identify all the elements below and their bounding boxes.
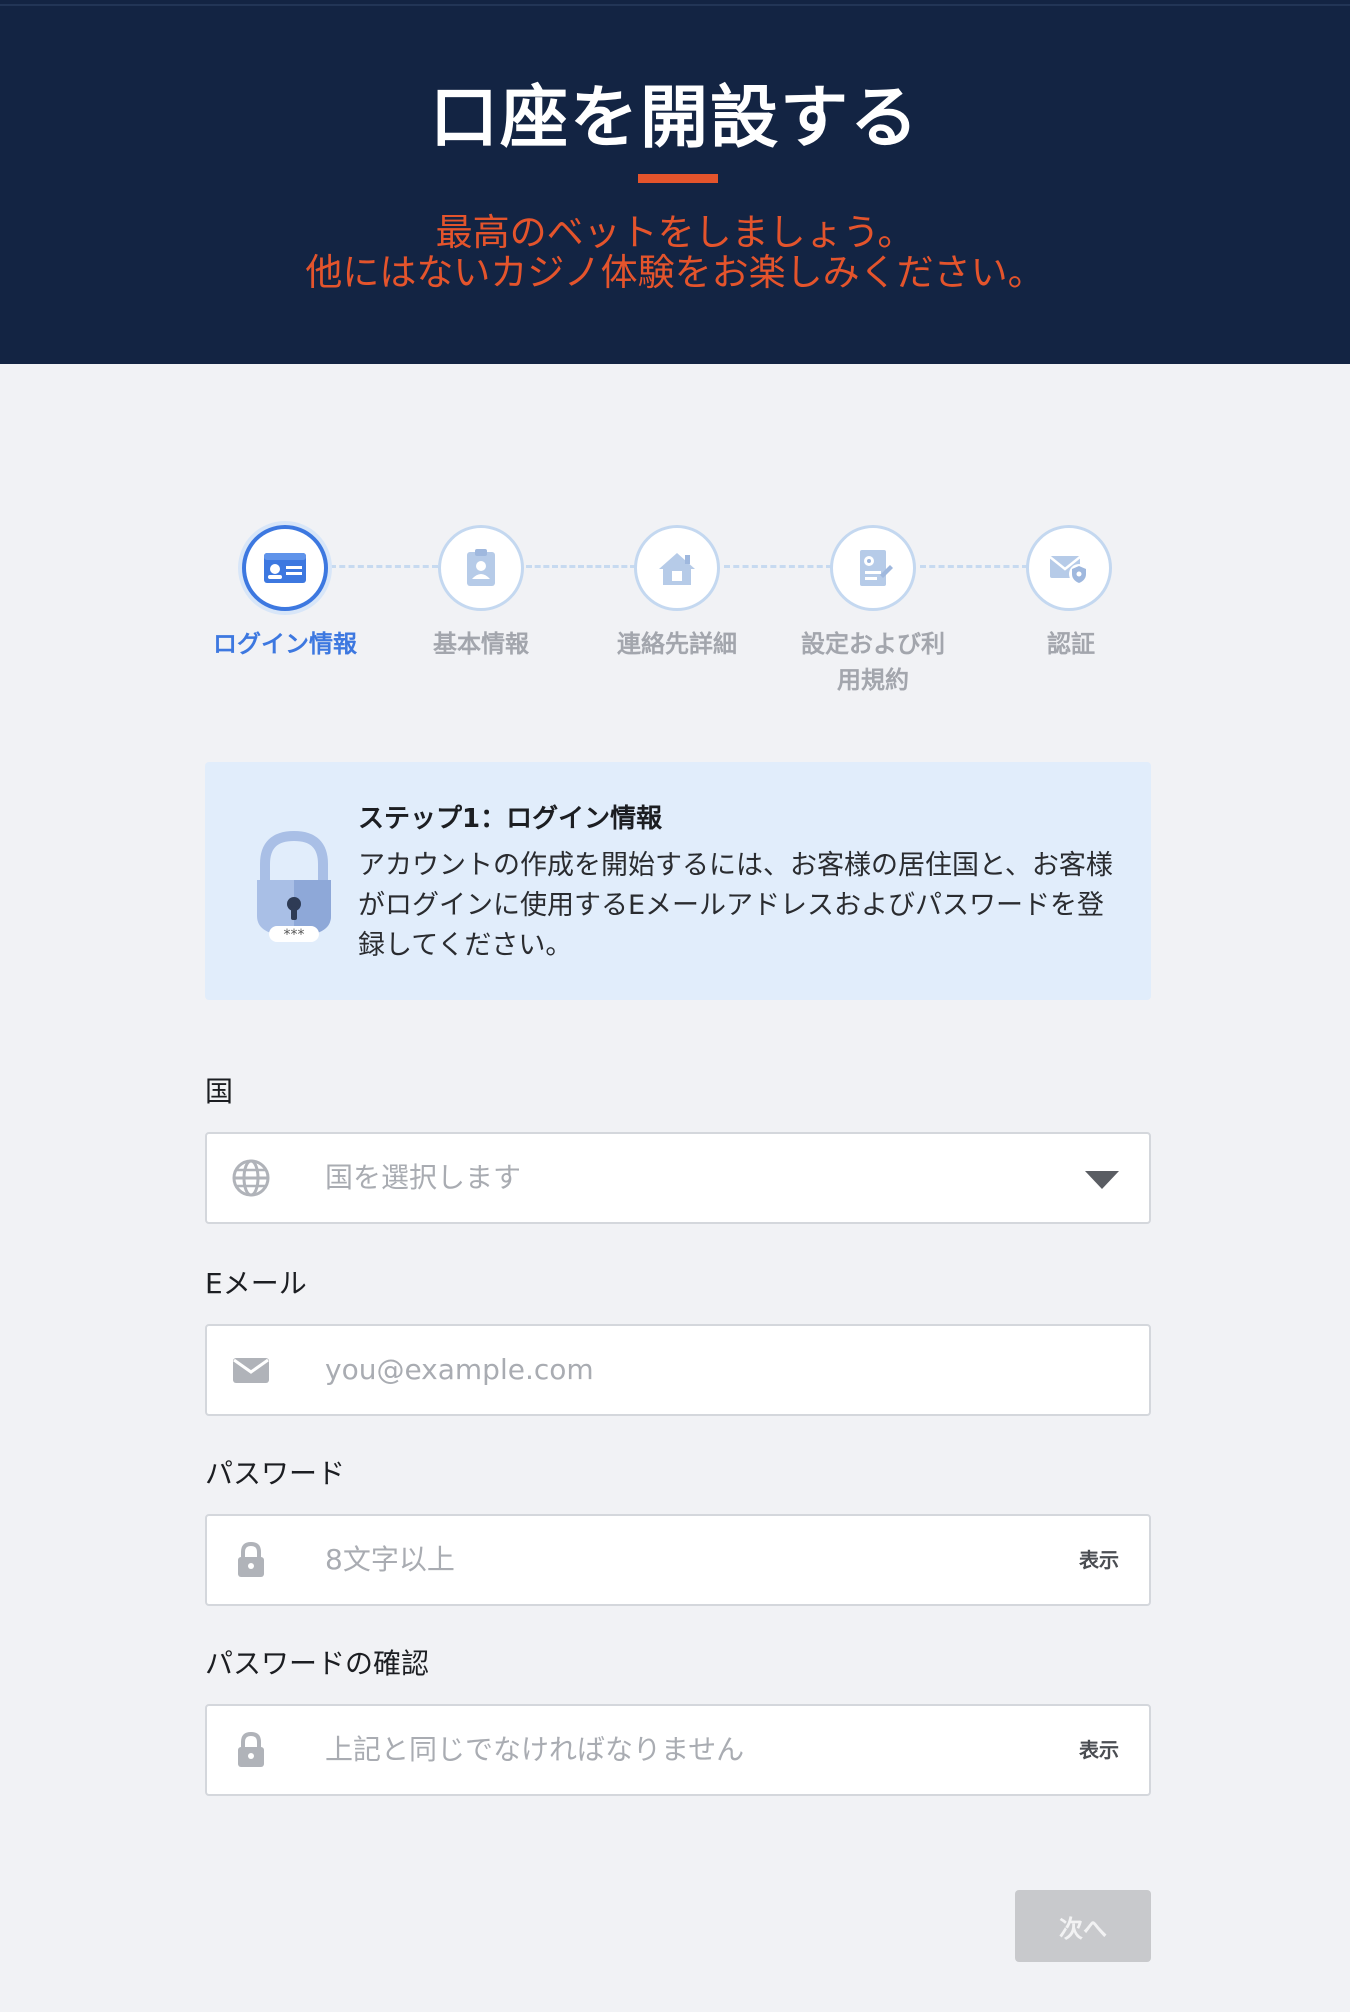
envelope-shield-icon xyxy=(1049,556,1089,584)
lock-icon xyxy=(238,1541,264,1577)
step-connector xyxy=(330,565,438,568)
email-field[interactable]: you@example.com xyxy=(205,1324,1151,1416)
svg-text:***: *** xyxy=(284,927,305,943)
country-label: 国 xyxy=(205,1075,234,1108)
password-confirm-show-toggle[interactable]: 表示 xyxy=(1079,1706,1119,1794)
password-placeholder: 8文字以上 xyxy=(325,1543,455,1576)
document-settings-icon xyxy=(860,550,893,586)
page-title: 口座を開設する xyxy=(429,79,920,158)
password-label: パスワード xyxy=(205,1457,346,1490)
chevron-down-icon[interactable] xyxy=(1085,1171,1119,1189)
step-connector xyxy=(526,565,636,568)
lock-icon xyxy=(238,1731,264,1767)
password-show-toggle[interactable]: 表示 xyxy=(1079,1516,1119,1604)
envelope-icon xyxy=(233,1358,269,1383)
step-info-box: *** ステップ1：ログイン情報 アカウントの作成を開始するには、お客様の居住国… xyxy=(205,762,1151,1000)
email-label: Eメール xyxy=(205,1267,307,1300)
password-confirm-placeholder: 上記と同じでなければなりません xyxy=(325,1733,745,1766)
step-4-settings-terms[interactable] xyxy=(830,525,916,611)
step-2-label: 基本情報 xyxy=(433,630,529,658)
country-placeholder: 国を選択します xyxy=(325,1161,522,1194)
step-3-label: 連絡先詳細 xyxy=(617,630,737,658)
info-text: アカウントの作成を開始するには、お客様の居住国と、お客様がログインに使用するEメ… xyxy=(358,850,1113,961)
header-top-line xyxy=(0,4,1350,6)
header-subtitle-line2: 他にはないカジノ体験をお楽しみください。 xyxy=(305,251,1045,294)
page-header: 口座を開設する 最高のベットをしましょう。 他にはないカジノ体験をお楽しみくださ… xyxy=(0,0,1350,364)
step-2-basic-info[interactable] xyxy=(438,525,524,611)
step-3-contact-details[interactable] xyxy=(634,525,720,611)
step-5-verification[interactable] xyxy=(1026,525,1112,611)
step-5-label: 認証 xyxy=(1047,630,1095,658)
id-card-icon xyxy=(264,553,306,583)
step-connector xyxy=(920,565,1028,568)
step-1-label: ログイン情報 xyxy=(213,630,357,658)
password-field[interactable]: 8文字以上 表示 xyxy=(205,1514,1151,1606)
email-placeholder: you@example.com xyxy=(325,1353,594,1386)
password-confirm-field[interactable]: 上記と同じでなければなりません 表示 xyxy=(205,1704,1151,1796)
clipboard-user-icon xyxy=(467,549,495,586)
info-title: ステップ1：ログイン情報 xyxy=(358,804,663,834)
password-confirm-label: パスワードの確認 xyxy=(205,1647,430,1680)
globe-icon xyxy=(232,1159,270,1197)
step-4-label-line2: 用規約 xyxy=(837,666,909,694)
house-icon xyxy=(659,553,695,585)
step-4-label: 設定および利 用規約 xyxy=(788,626,958,698)
padlock-icon: *** xyxy=(257,830,331,943)
next-button[interactable]: 次へ xyxy=(1015,1890,1151,1962)
header-subtitle-line1: 最高のベットをしましょう。 xyxy=(435,211,915,254)
country-select[interactable]: 国を選択します xyxy=(205,1132,1151,1224)
title-underline xyxy=(638,174,718,183)
step-4-label-line1: 設定および利 xyxy=(801,630,945,658)
step-1-login-info[interactable] xyxy=(242,525,328,611)
step-connector xyxy=(724,565,832,568)
